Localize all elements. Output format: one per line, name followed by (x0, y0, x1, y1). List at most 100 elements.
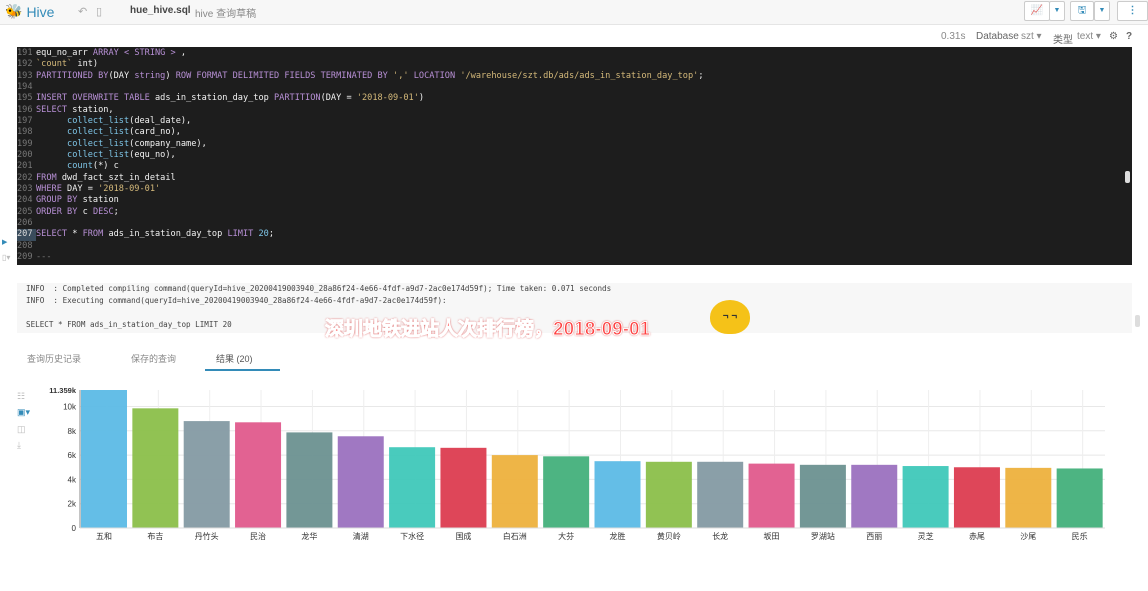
code-token: ads_in_station_day_top (108, 229, 228, 240)
x-tick-label: 布吉 (147, 531, 163, 541)
bar (337, 436, 384, 528)
chart-icon: 📈 (1030, 5, 1044, 16)
save-button[interactable]: 🖫 (1070, 1, 1094, 21)
code-token: equ_no_arr (36, 48, 93, 58)
code-token: FROM (36, 172, 62, 183)
code-token: ) (165, 70, 176, 81)
bar (697, 461, 744, 528)
app-name: Hive (26, 3, 55, 20)
x-tick-label: 赤尾 (969, 532, 985, 541)
undo-icon[interactable]: ↶ (78, 5, 87, 18)
log-scrollbar[interactable] (1135, 315, 1140, 327)
database-select[interactable]: szt ▾ (1021, 31, 1042, 42)
editor-scrollbar[interactable] (1125, 171, 1130, 183)
x-tick-label: 清湖 (353, 531, 369, 541)
code-token: FROM (82, 229, 109, 240)
code-line: 208 (17, 241, 1132, 252)
bar (645, 461, 692, 528)
x-tick-label: 民治 (250, 531, 266, 541)
x-tick-label: 坂田 (764, 531, 780, 541)
bar (389, 447, 436, 528)
new-file-icon[interactable]: ▯ (96, 5, 102, 18)
code-token: ) (418, 93, 425, 104)
line-number: 193 (17, 70, 33, 81)
x-tick-label: 罗湖站 (811, 531, 835, 541)
top-bar: 🐝 Hive ↶ ▯ hue_hive.sql hive 查询草稿 📈 ▼ 🖫 ▼… (0, 0, 1148, 25)
code-token: ; (698, 70, 704, 81)
chart-button[interactable]: 📈 (1024, 1, 1050, 21)
tab-results[interactable]: 结果 (20) (216, 352, 253, 365)
bar (235, 422, 282, 528)
bar (851, 464, 898, 528)
x-tick-label: 五和 (96, 532, 112, 541)
x-tick-label: 长龙 (712, 531, 728, 541)
bar (1005, 467, 1052, 528)
code-token: c (82, 206, 93, 217)
bar (953, 467, 1000, 528)
code-token: (card_no), (129, 127, 181, 138)
bar (132, 408, 179, 528)
bar (748, 463, 795, 528)
line-number: 203 (17, 183, 33, 194)
tab-saved-queries[interactable]: 保存的查询 (131, 352, 176, 365)
smirk-emoji-icon: ¬ ¬ (710, 300, 750, 334)
code-token: collect_list (67, 138, 130, 149)
type-value: text (1077, 31, 1094, 42)
database-value: szt (1021, 31, 1034, 42)
y-tick-label: 10k (63, 403, 77, 412)
code-token: station (82, 195, 119, 206)
chart-dropdown[interactable]: ▼ (1049, 1, 1065, 21)
line-number: 199 (17, 138, 33, 149)
code-token: ads_in_station_day_top (155, 93, 274, 104)
code-token: ',' (393, 70, 409, 81)
line-number: 192 (17, 59, 33, 70)
code-line: 201 count(*) c (17, 161, 1132, 172)
code-line: 191 equ_no_arr ARRAY < STRING > , (17, 48, 1132, 59)
type-select[interactable]: text ▾ (1077, 31, 1101, 42)
snippet-menu-icon[interactable]: ▯▾ (2, 253, 10, 262)
tab-query-history[interactable]: 查询历史记录 (27, 352, 81, 365)
bar (286, 432, 333, 528)
x-tick-label: 丹竹头 (195, 531, 219, 541)
line-number: 201 (17, 161, 33, 172)
x-tick-label: 黄贝岭 (657, 531, 681, 541)
log-line: INFO : Completed compiling command(query… (26, 284, 612, 293)
x-tick-label: 大芬 (558, 531, 574, 541)
code-token: --- (36, 251, 52, 262)
code-line: 207 SELECT * FROM ads_in_station_day_top … (17, 229, 1132, 241)
code-line: 199 collect_list(company_name), (17, 139, 1132, 150)
active-tab-indicator (205, 369, 280, 371)
code-line: 193 PARTITIONED BY(DAY string) ROW FORMAT… (17, 71, 1132, 82)
code-token: INSERT OVERWRITE TABLE (36, 93, 155, 104)
code-token: PARTITIONED BY (36, 70, 109, 81)
line-number: 205 (17, 206, 33, 217)
code-token: (DAY (108, 70, 135, 81)
hive-logo-icon: 🐝 (5, 3, 23, 19)
bar (440, 447, 487, 528)
database-label: Database (976, 31, 1019, 42)
app-logo[interactable]: 🐝 Hive (5, 3, 54, 20)
code-editor[interactable]: 191 equ_no_arr ARRAY < STRING > , 192 `coun… (17, 47, 1132, 265)
code-line: 203 WHERE DAY = '2018-09-01' (17, 184, 1132, 195)
code-line: 198 collect_list(card_no), (17, 127, 1132, 138)
x-tick-label: 沙尾 (1020, 532, 1036, 541)
gear-icon[interactable]: ⚙ (1109, 31, 1118, 42)
line-number: 200 (17, 149, 33, 160)
code-line: 196 SELECT station, (17, 105, 1132, 116)
file-name[interactable]: hue_hive.sql (130, 5, 191, 16)
code-token: dwd_fact_szt_in_detail (61, 172, 176, 183)
code-token: (*) c (92, 161, 119, 172)
more-button[interactable]: ⋮ (1117, 1, 1148, 21)
overlay-caption: 深圳地铁进站人次排行榜，2018-09-01 (324, 319, 651, 341)
line-number: 206 (17, 217, 33, 228)
code-token: (company_name), (129, 138, 207, 149)
bar (902, 466, 949, 528)
save-dropdown[interactable]: ▼ (1094, 1, 1110, 21)
code-line: 204 GROUP BY station (17, 195, 1132, 206)
run-indicator-icon[interactable]: ▶ (2, 238, 7, 246)
code-token: WHERE (36, 183, 68, 194)
help-icon[interactable]: ? (1126, 31, 1132, 42)
code-token: ROW FORMAT DELIMITED FIELDS TERMINATED B… (175, 70, 394, 81)
